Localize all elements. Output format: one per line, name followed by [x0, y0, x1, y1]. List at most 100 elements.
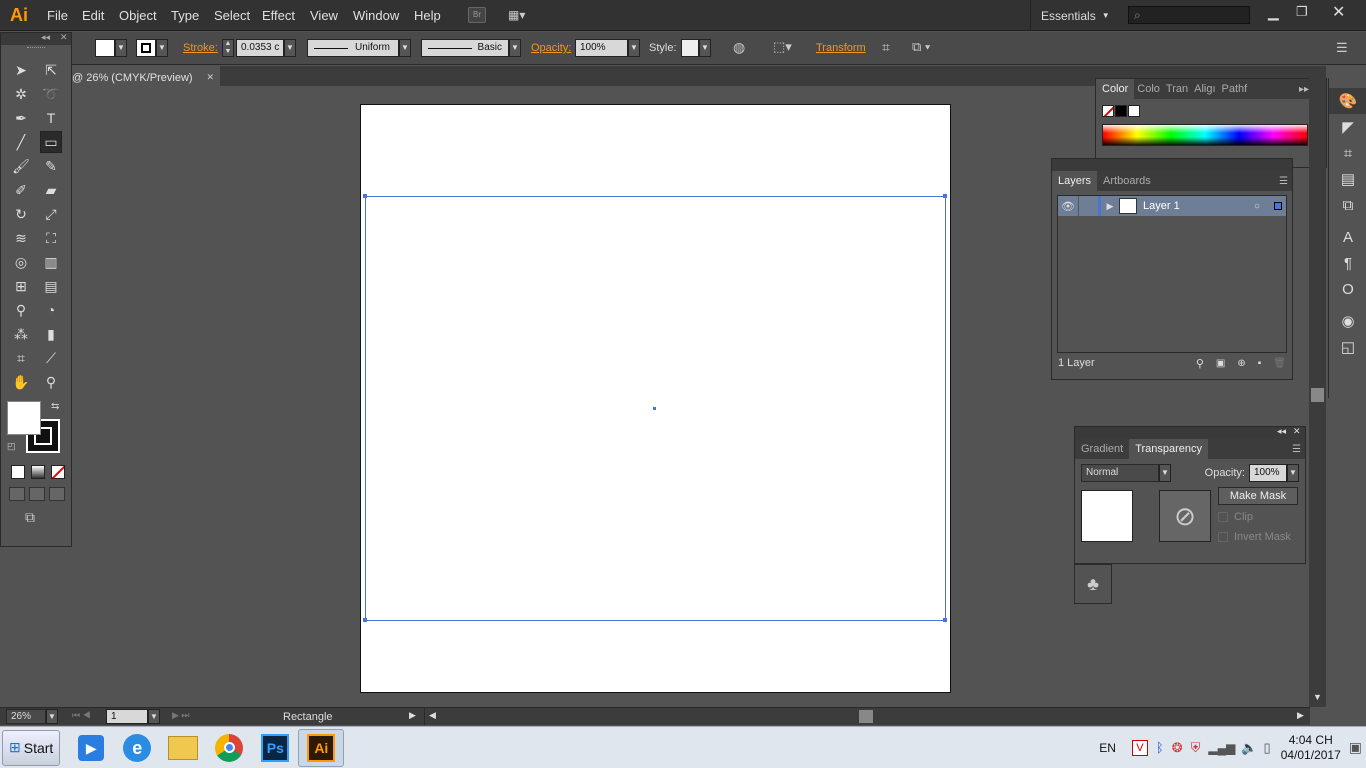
- resize-handle[interactable]: [943, 194, 947, 198]
- transform-panel-icon[interactable]: ⌗: [1329, 140, 1366, 166]
- status-menu-icon[interactable]: ▶: [409, 710, 416, 721]
- gradient-mode-icon[interactable]: [31, 465, 45, 479]
- direct-selection-tool-icon[interactable]: ⇱: [40, 59, 62, 81]
- artboard-dropdown[interactable]: ▼: [148, 709, 160, 724]
- swap-icon[interactable]: ⇆: [51, 401, 59, 412]
- brush-definition[interactable]: Basic: [421, 39, 509, 57]
- pencil-tool-icon[interactable]: ✎: [40, 155, 62, 177]
- tab-artboards[interactable]: Artboards: [1097, 171, 1157, 191]
- menu-help[interactable]: Help: [414, 8, 441, 23]
- internet-explorer-app[interactable]: e: [114, 729, 160, 767]
- fill-swatch[interactable]: [95, 39, 115, 57]
- draw-normal-icon[interactable]: [9, 487, 25, 501]
- resize-handle[interactable]: [943, 618, 947, 622]
- object-thumbnail[interactable]: [1081, 490, 1133, 542]
- arrange-icon[interactable]: ⧉ ▾: [912, 39, 930, 55]
- tab-color[interactable]: Color: [1096, 79, 1135, 99]
- menu-effect[interactable]: Effect: [262, 8, 295, 23]
- stroke-weight-input[interactable]: 0.0353 c: [236, 39, 284, 57]
- tab-align[interactable]: Aligı: [1191, 79, 1218, 99]
- selection-tool-icon[interactable]: ➤: [10, 59, 32, 81]
- invert-mask-checkbox[interactable]: [1218, 532, 1228, 542]
- make-clipping-mask-icon[interactable]: ▣: [1216, 358, 1225, 369]
- column-graph-tool-icon[interactable]: ▮: [40, 323, 62, 345]
- menu-select[interactable]: Select: [214, 8, 250, 23]
- expand-layer-icon[interactable]: ▶: [1101, 201, 1119, 212]
- rotate-tool-icon[interactable]: ↻: [10, 203, 32, 225]
- shape-builder-tool-icon[interactable]: ◎: [10, 251, 32, 273]
- visibility-eye-icon[interactable]: 👁: [1058, 200, 1078, 213]
- locate-object-icon[interactable]: ⚲: [1196, 357, 1204, 370]
- zoom-input[interactable]: 26%: [6, 709, 46, 724]
- menu-view[interactable]: View: [310, 8, 338, 23]
- battery-icon[interactable]: ▯: [1264, 740, 1271, 756]
- line-tool-icon[interactable]: ╱: [10, 131, 32, 153]
- opacity-label[interactable]: Opacity:: [531, 42, 571, 54]
- photoshop-app[interactable]: Ps: [252, 729, 298, 767]
- appearance-panel-icon[interactable]: ◉: [1329, 308, 1366, 334]
- workspace-switcher[interactable]: Essentials: [1041, 9, 1096, 23]
- search-input[interactable]: ⌕: [1128, 6, 1250, 24]
- volume-icon[interactable]: 🔈: [1241, 740, 1257, 756]
- color-guide-icon[interactable]: ◤: [1329, 114, 1366, 140]
- align-icon[interactable]: ⬚▾: [773, 39, 792, 55]
- minimize-icon[interactable]: ▁: [1268, 4, 1279, 21]
- h-scroll-thumb[interactable]: [859, 710, 873, 723]
- color-spectrum[interactable]: [1102, 124, 1308, 146]
- stroke-weight-dropdown[interactable]: ▼: [284, 39, 296, 57]
- eraser-tool-icon[interactable]: ▰: [40, 179, 62, 201]
- document-tab[interactable]: @ 26% (CMYK/Preview) ✕: [72, 66, 220, 86]
- opentype-panel-icon[interactable]: O: [1329, 276, 1366, 302]
- blob-brush-tool-icon[interactable]: ✐: [10, 179, 32, 201]
- club-symbol-icon[interactable]: ♣: [1074, 564, 1112, 604]
- layer-row[interactable]: 👁 ▶ Layer 1 ○: [1058, 196, 1286, 216]
- isolate-icon[interactable]: ⌗: [882, 39, 890, 56]
- none-swatch[interactable]: [1102, 105, 1114, 117]
- panel-menu-icon[interactable]: ☰: [1292, 444, 1301, 455]
- make-mask-button[interactable]: Make Mask: [1218, 487, 1298, 505]
- menu-file[interactable]: File: [47, 8, 68, 23]
- paragraph-panel-icon[interactable]: ¶: [1329, 250, 1366, 276]
- brush-dropdown[interactable]: ▼: [509, 39, 521, 57]
- signal-icon[interactable]: ▂▄▆: [1208, 741, 1235, 755]
- opacity-input[interactable]: 100%: [575, 39, 628, 57]
- next-artboard-icon[interactable]: ▶ ⏭: [172, 710, 190, 721]
- tab-layers[interactable]: Layers: [1052, 171, 1098, 191]
- free-transform-tool-icon[interactable]: ⛶: [40, 227, 62, 249]
- black-swatch[interactable]: [1115, 105, 1127, 117]
- recolor-artwork-icon[interactable]: ◍: [733, 39, 745, 56]
- type-tool-icon[interactable]: T: [40, 107, 62, 129]
- paintbrush-tool-icon[interactable]: 🖌: [10, 155, 32, 177]
- menu-type[interactable]: Type: [171, 8, 199, 23]
- align-panel-icon[interactable]: ▤: [1329, 166, 1366, 192]
- stroke-dropdown[interactable]: ▼: [156, 39, 168, 57]
- menu-window[interactable]: Window: [353, 8, 399, 23]
- width-tool-icon[interactable]: ≋: [10, 227, 32, 249]
- style-dropdown[interactable]: ▼: [699, 39, 711, 57]
- draw-inside-icon[interactable]: [49, 487, 65, 501]
- magic-wand-tool-icon[interactable]: ✲: [10, 83, 32, 105]
- character-panel-icon[interactable]: A: [1329, 224, 1366, 250]
- none-mode-icon[interactable]: [51, 465, 65, 479]
- file-explorer-app[interactable]: [160, 729, 206, 767]
- color-panel-icon[interactable]: 🎨: [1329, 88, 1366, 114]
- start-button[interactable]: ⊞ Start: [2, 729, 61, 766]
- horizontal-scrollbar[interactable]: ◀ ▶: [424, 708, 1310, 725]
- network-tool-icon[interactable]: ❂: [1172, 740, 1183, 756]
- style-swatch[interactable]: [681, 39, 699, 57]
- bridge-button[interactable]: Br: [468, 7, 486, 23]
- gradient-tool-icon[interactable]: ▤: [40, 275, 62, 297]
- tab-transform[interactable]: Tran: [1163, 79, 1191, 99]
- panel-menu-icon[interactable]: ☰: [1279, 176, 1288, 187]
- blend-mode-select[interactable]: Normal: [1081, 464, 1159, 482]
- resize-handle[interactable]: [363, 194, 367, 198]
- symbol-sprayer-tool-icon[interactable]: ⁂: [10, 323, 32, 345]
- lock-toggle[interactable]: [1078, 196, 1098, 216]
- draw-behind-icon[interactable]: [29, 487, 45, 501]
- opacity-dropdown[interactable]: ▼: [628, 39, 640, 57]
- clock[interactable]: 4:04 CH 04/01/2017: [1281, 733, 1341, 763]
- selection-indicator[interactable]: [1274, 202, 1282, 210]
- stroke-swatch[interactable]: [136, 39, 156, 57]
- white-swatch[interactable]: [1128, 105, 1140, 117]
- eyedropper-tool-icon[interactable]: ⚲: [10, 299, 32, 321]
